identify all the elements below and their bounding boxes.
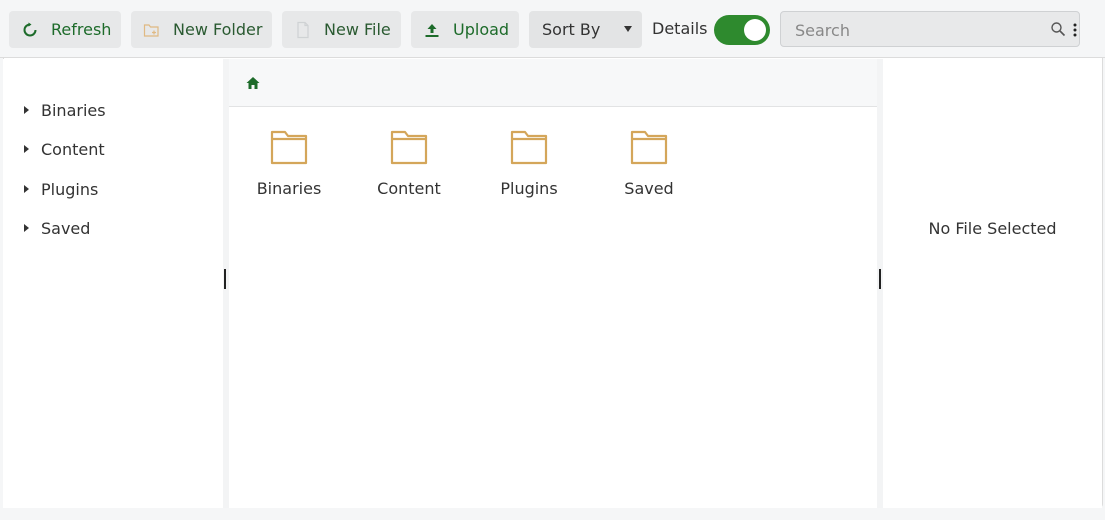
caret-down-icon (624, 26, 632, 32)
new-file-label: New File (324, 20, 391, 39)
folder-label: Saved (624, 179, 674, 198)
sort-by-dropdown[interactable]: Sort By (529, 11, 642, 48)
folder-icon (270, 130, 308, 165)
tree-item-label: Saved (41, 218, 91, 238)
home-icon[interactable] (246, 75, 260, 94)
folder-label: Binaries (256, 179, 322, 198)
toolbar: Refresh New Folder New File Upload Sort … (0, 0, 1105, 58)
upload-label: Upload (453, 20, 510, 39)
folder-item[interactable]: Saved (599, 129, 699, 201)
no-file-selected-text: No File Selected (928, 219, 1057, 238)
tree-item-content[interactable]: Content (3, 137, 223, 161)
details-pane: No File Selected (883, 59, 1102, 508)
folder-label: Content (377, 179, 441, 198)
details-toggle[interactable] (714, 15, 770, 45)
folder-item[interactable]: Plugins (479, 129, 579, 201)
tree-item-saved[interactable]: Saved (3, 216, 223, 240)
folder-label: Plugins (500, 179, 558, 198)
new-folder-label: New Folder (173, 20, 263, 39)
tree-item-label: Content (41, 139, 105, 159)
tree-item-binaries[interactable]: Binaries (3, 98, 223, 122)
new-file-button[interactable]: New File (282, 11, 401, 48)
new-file-icon (294, 21, 312, 39)
search-box (780, 11, 1080, 48)
refresh-button[interactable]: Refresh (9, 11, 121, 48)
breadcrumb (229, 59, 877, 107)
upload-button[interactable]: Upload (411, 11, 519, 48)
folder-item[interactable]: Content (359, 129, 459, 201)
tree-item-label: Binaries (41, 100, 106, 120)
folder-icon (510, 130, 548, 165)
expand-arrow-icon[interactable] (24, 106, 29, 114)
splitter-handle[interactable] (224, 269, 226, 289)
expand-arrow-icon[interactable] (24, 185, 29, 193)
tree-item-label: Plugins (41, 179, 99, 199)
folder-icon (630, 130, 668, 165)
content-pane: Binaries Content Plugins Saved (229, 59, 877, 508)
expand-arrow-icon[interactable] (24, 145, 29, 153)
navigation-pane: Binaries Content Plugins Saved (3, 59, 223, 508)
refresh-label: Refresh (51, 20, 112, 39)
new-folder-button[interactable]: New Folder (131, 11, 272, 48)
toggle-knob (744, 19, 766, 41)
new-folder-icon (143, 21, 161, 39)
folder-icon (390, 130, 428, 165)
folder-item[interactable]: Binaries (239, 129, 339, 201)
details-label: Details (652, 19, 708, 38)
sort-by-label: Sort By (542, 20, 601, 39)
expand-arrow-icon[interactable] (24, 224, 29, 232)
refresh-icon (21, 21, 39, 39)
upload-icon (423, 21, 441, 39)
search-icon[interactable] (1050, 21, 1066, 41)
search-input[interactable] (781, 12, 1057, 48)
tree-item-plugins[interactable]: Plugins (3, 177, 223, 201)
more-vertical-icon[interactable] (1073, 22, 1077, 41)
splitter-handle[interactable] (879, 269, 881, 289)
